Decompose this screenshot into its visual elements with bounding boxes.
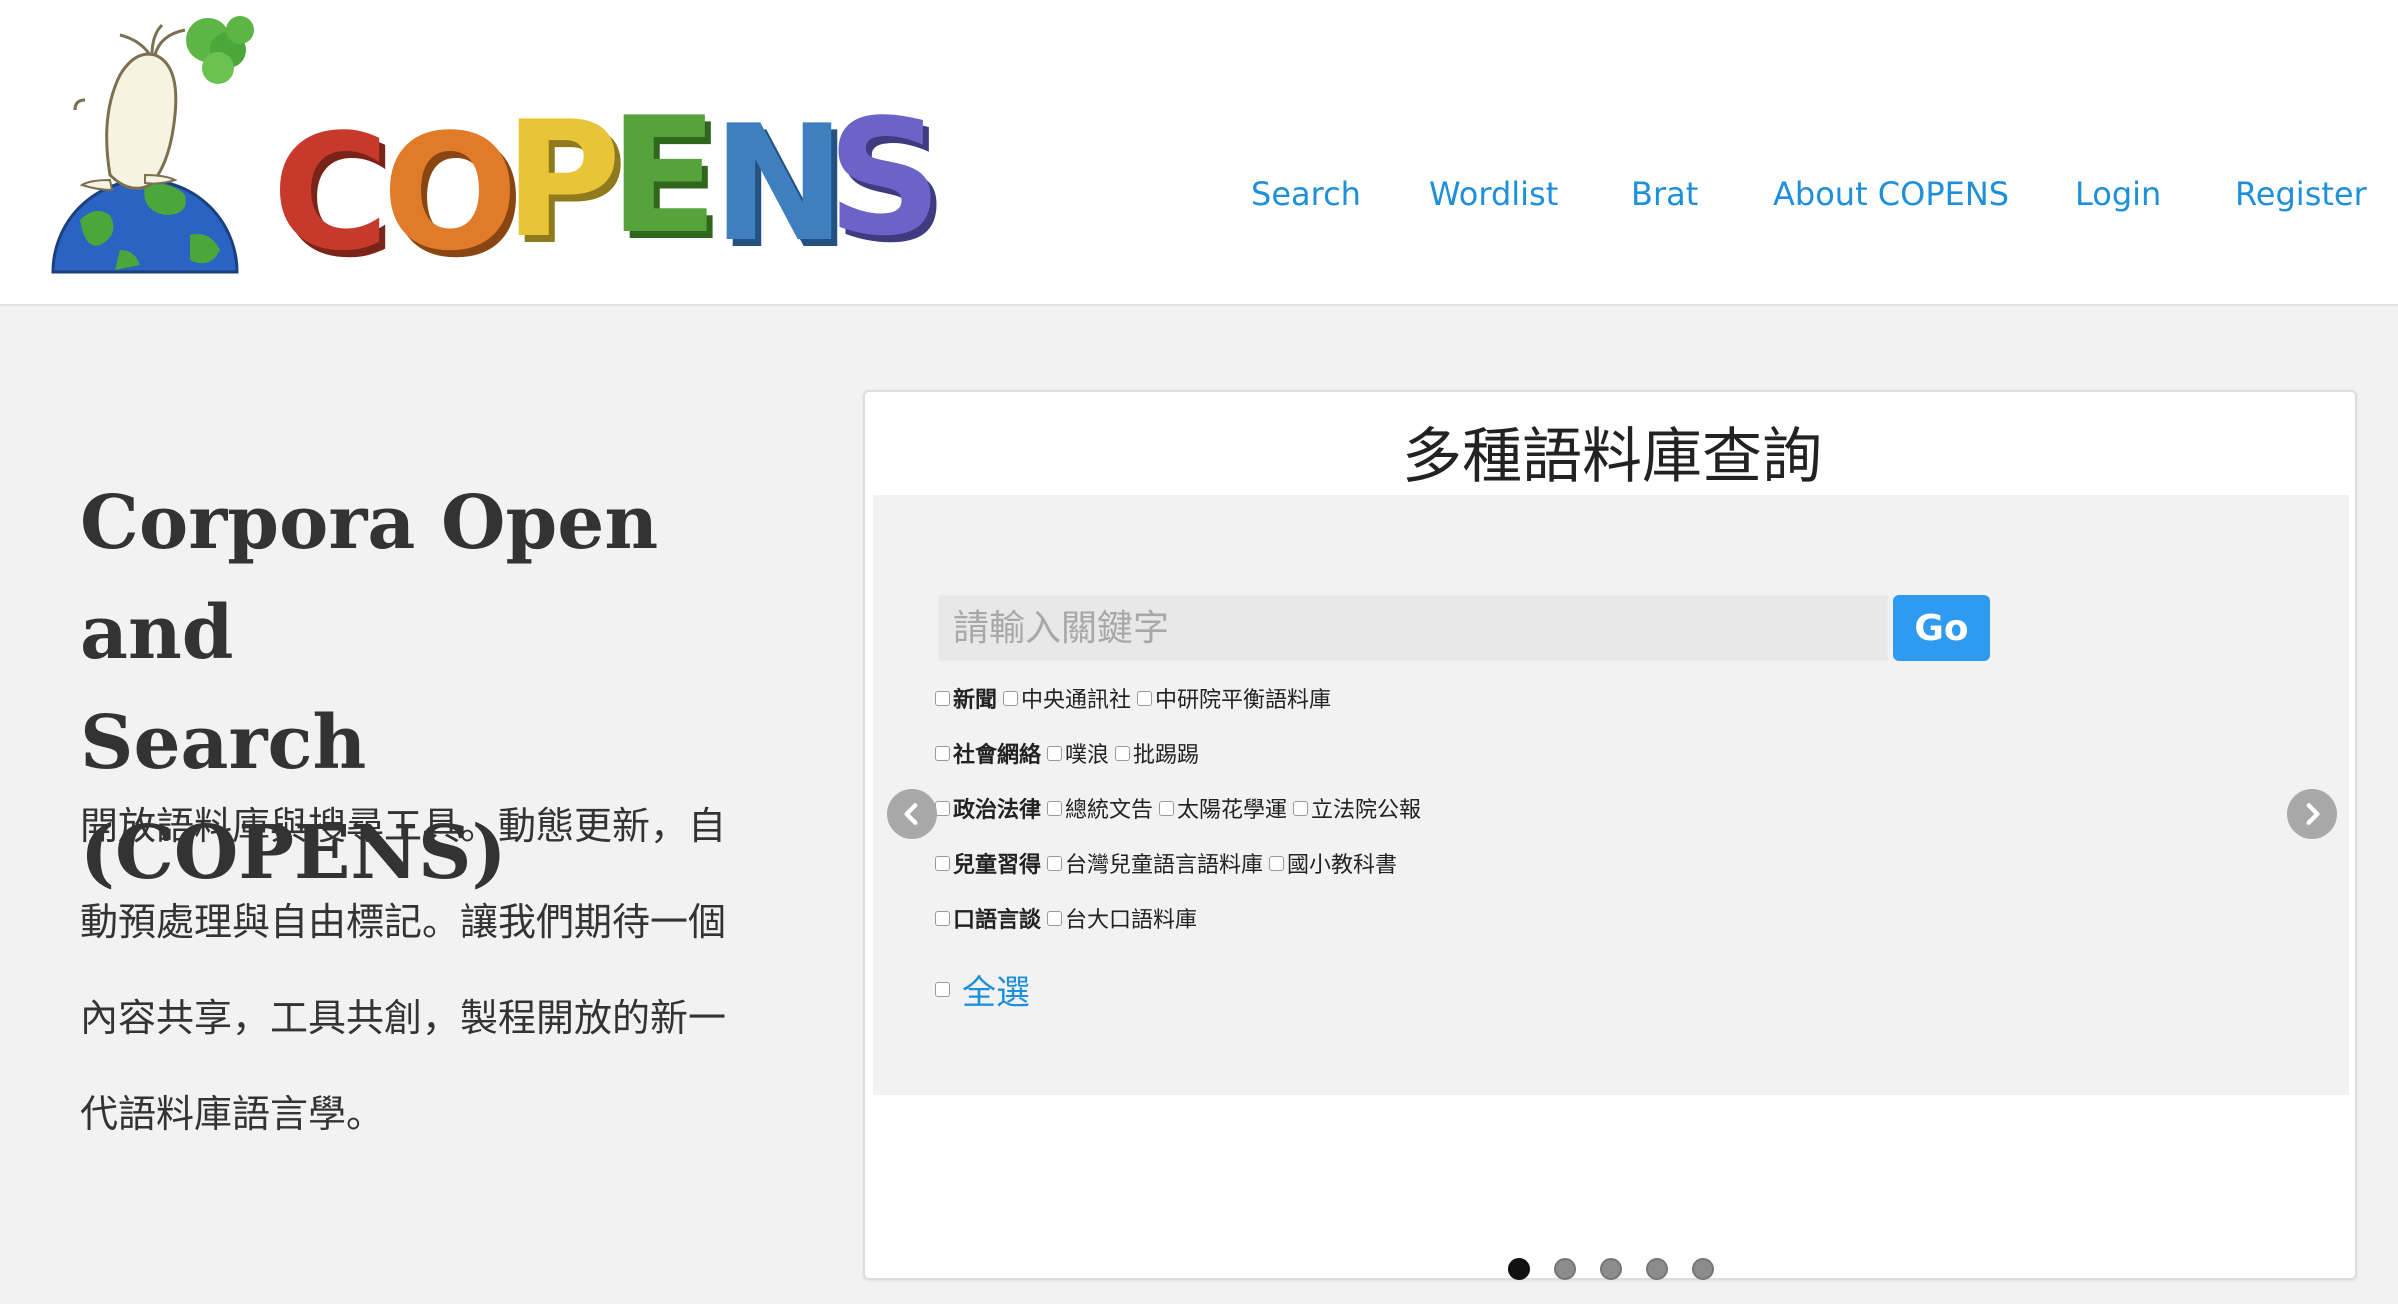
checkbox-select-all[interactable] — [935, 982, 950, 997]
nav-wordlist[interactable]: Wordlist — [1429, 175, 1558, 213]
checkbox-ntu-spoken[interactable] — [1047, 910, 1063, 926]
select-all-row: 全選 — [935, 965, 1030, 1014]
hero-title-line1: Corpora Open and — [80, 480, 659, 676]
category-row-politics: 政治法律 總統文告 太陽花學運 立法院公報 — [935, 791, 1427, 825]
option-label: 國小教科書 — [1287, 853, 1398, 878]
nav-search[interactable]: Search — [1251, 175, 1361, 213]
radish-mascot-icon — [73, 16, 254, 192]
checkbox-child[interactable] — [935, 855, 950, 871]
site-header: CC OO PP EE NN SS Search Wordlist Brat A… — [0, 0, 2398, 306]
chevron-right-icon — [2306, 803, 2320, 825]
carousel-indicator-2[interactable] — [1554, 1258, 1576, 1280]
checkbox-legislative[interactable] — [1293, 800, 1309, 816]
select-all-link[interactable]: 全選 — [962, 965, 1030, 1014]
carousel-indicators — [865, 1258, 2359, 1282]
nav-register[interactable]: Register — [2235, 175, 2367, 213]
checkbox-sunflower[interactable] — [1159, 800, 1175, 816]
nav-brat[interactable]: Brat — [1631, 175, 1698, 213]
option-label: 中央通訊社 — [1021, 688, 1132, 713]
category-label: 社會網絡 — [953, 743, 1042, 768]
option-label: 立法院公報 — [1311, 798, 1422, 823]
checkbox-politics[interactable] — [935, 800, 950, 816]
checkbox-sinica-corpus[interactable] — [1137, 690, 1153, 706]
carousel-indicator-5[interactable] — [1692, 1258, 1714, 1280]
category-row-child: 兒童習得 台灣兒童語言語料庫 國小教科書 — [935, 846, 1403, 880]
carousel-slide: Go 新聞 中央通訊社 中研院平衡語料庫 社會網絡 噗浪 批踢踢 政治法律 總統… — [873, 495, 2349, 1095]
category-label: 政治法律 — [953, 798, 1042, 823]
panel-title: 多種語料庫查詢 — [1402, 422, 1822, 492]
carousel-indicator-1[interactable] — [1508, 1258, 1530, 1280]
carousel-next-button[interactable] — [2287, 789, 2337, 839]
option-label: 太陽花學運 — [1177, 798, 1288, 823]
checkbox-president[interactable] — [1047, 800, 1063, 816]
option-label: 中研院平衡語料庫 — [1155, 688, 1332, 713]
corpus-search-panel: 多種語料庫查詢 Go 新聞 中央通訊社 中研院平衡語料庫 社會網絡 噗浪 批踢踢… — [863, 390, 2357, 1280]
chevron-left-icon — [904, 803, 918, 825]
option-label: 總統文告 — [1065, 798, 1154, 823]
carousel-indicator-4[interactable] — [1646, 1258, 1668, 1280]
hero-desc-line: 動預處理與自由標記。讓我們期待一個 — [80, 900, 727, 944]
hero-desc-line: 開放語料庫與搜尋工具。動態更新，自 — [80, 804, 727, 848]
carousel-prev-button[interactable] — [887, 789, 937, 839]
hero-desc-line: 代語料庫語言學。 — [80, 1092, 385, 1136]
option-label: 台灣兒童語言語料庫 — [1065, 853, 1264, 878]
carousel-indicator-3[interactable] — [1600, 1258, 1622, 1280]
copens-logo[interactable]: CC OO PP EE NN SS — [50, 10, 950, 275]
category-label: 兒童習得 — [953, 853, 1042, 878]
checkbox-plurk[interactable] — [1047, 745, 1063, 761]
checkbox-child-language[interactable] — [1047, 855, 1063, 871]
go-button[interactable]: Go — [1893, 595, 1990, 661]
checkbox-textbook[interactable] — [1269, 855, 1285, 871]
option-label: 噗浪 — [1065, 743, 1110, 768]
main-nav: Search Wordlist Brat About COPENS Login … — [0, 175, 2398, 225]
checkbox-news[interactable] — [935, 690, 950, 706]
category-row-spoken: 口語言談 台大口語料庫 — [935, 901, 1203, 935]
hero-desc-line: 內容共享，工具共創，製程開放的新一 — [80, 996, 727, 1040]
hero-description: 開放語料庫與搜尋工具。動態更新，自 動預處理與自由標記。讓我們期待一個 內容共享… — [80, 778, 780, 1162]
checkbox-cna[interactable] — [1003, 690, 1019, 706]
nav-login[interactable]: Login — [2075, 175, 2161, 213]
checkbox-spoken[interactable] — [935, 910, 950, 926]
option-label: 台大口語料庫 — [1065, 908, 1198, 933]
category-row-social: 社會網絡 噗浪 批踢踢 — [935, 736, 1205, 770]
keyword-search-input[interactable] — [938, 595, 1888, 661]
category-label: 口語言談 — [953, 908, 1042, 933]
option-label: 批踢踢 — [1133, 743, 1200, 768]
category-label: 新聞 — [953, 688, 998, 713]
category-row-news: 新聞 中央通訊社 中研院平衡語料庫 — [935, 681, 1337, 715]
checkbox-ptt[interactable] — [1115, 745, 1131, 761]
nav-about-copens[interactable]: About COPENS — [1773, 175, 2009, 213]
checkbox-social[interactable] — [935, 745, 950, 761]
